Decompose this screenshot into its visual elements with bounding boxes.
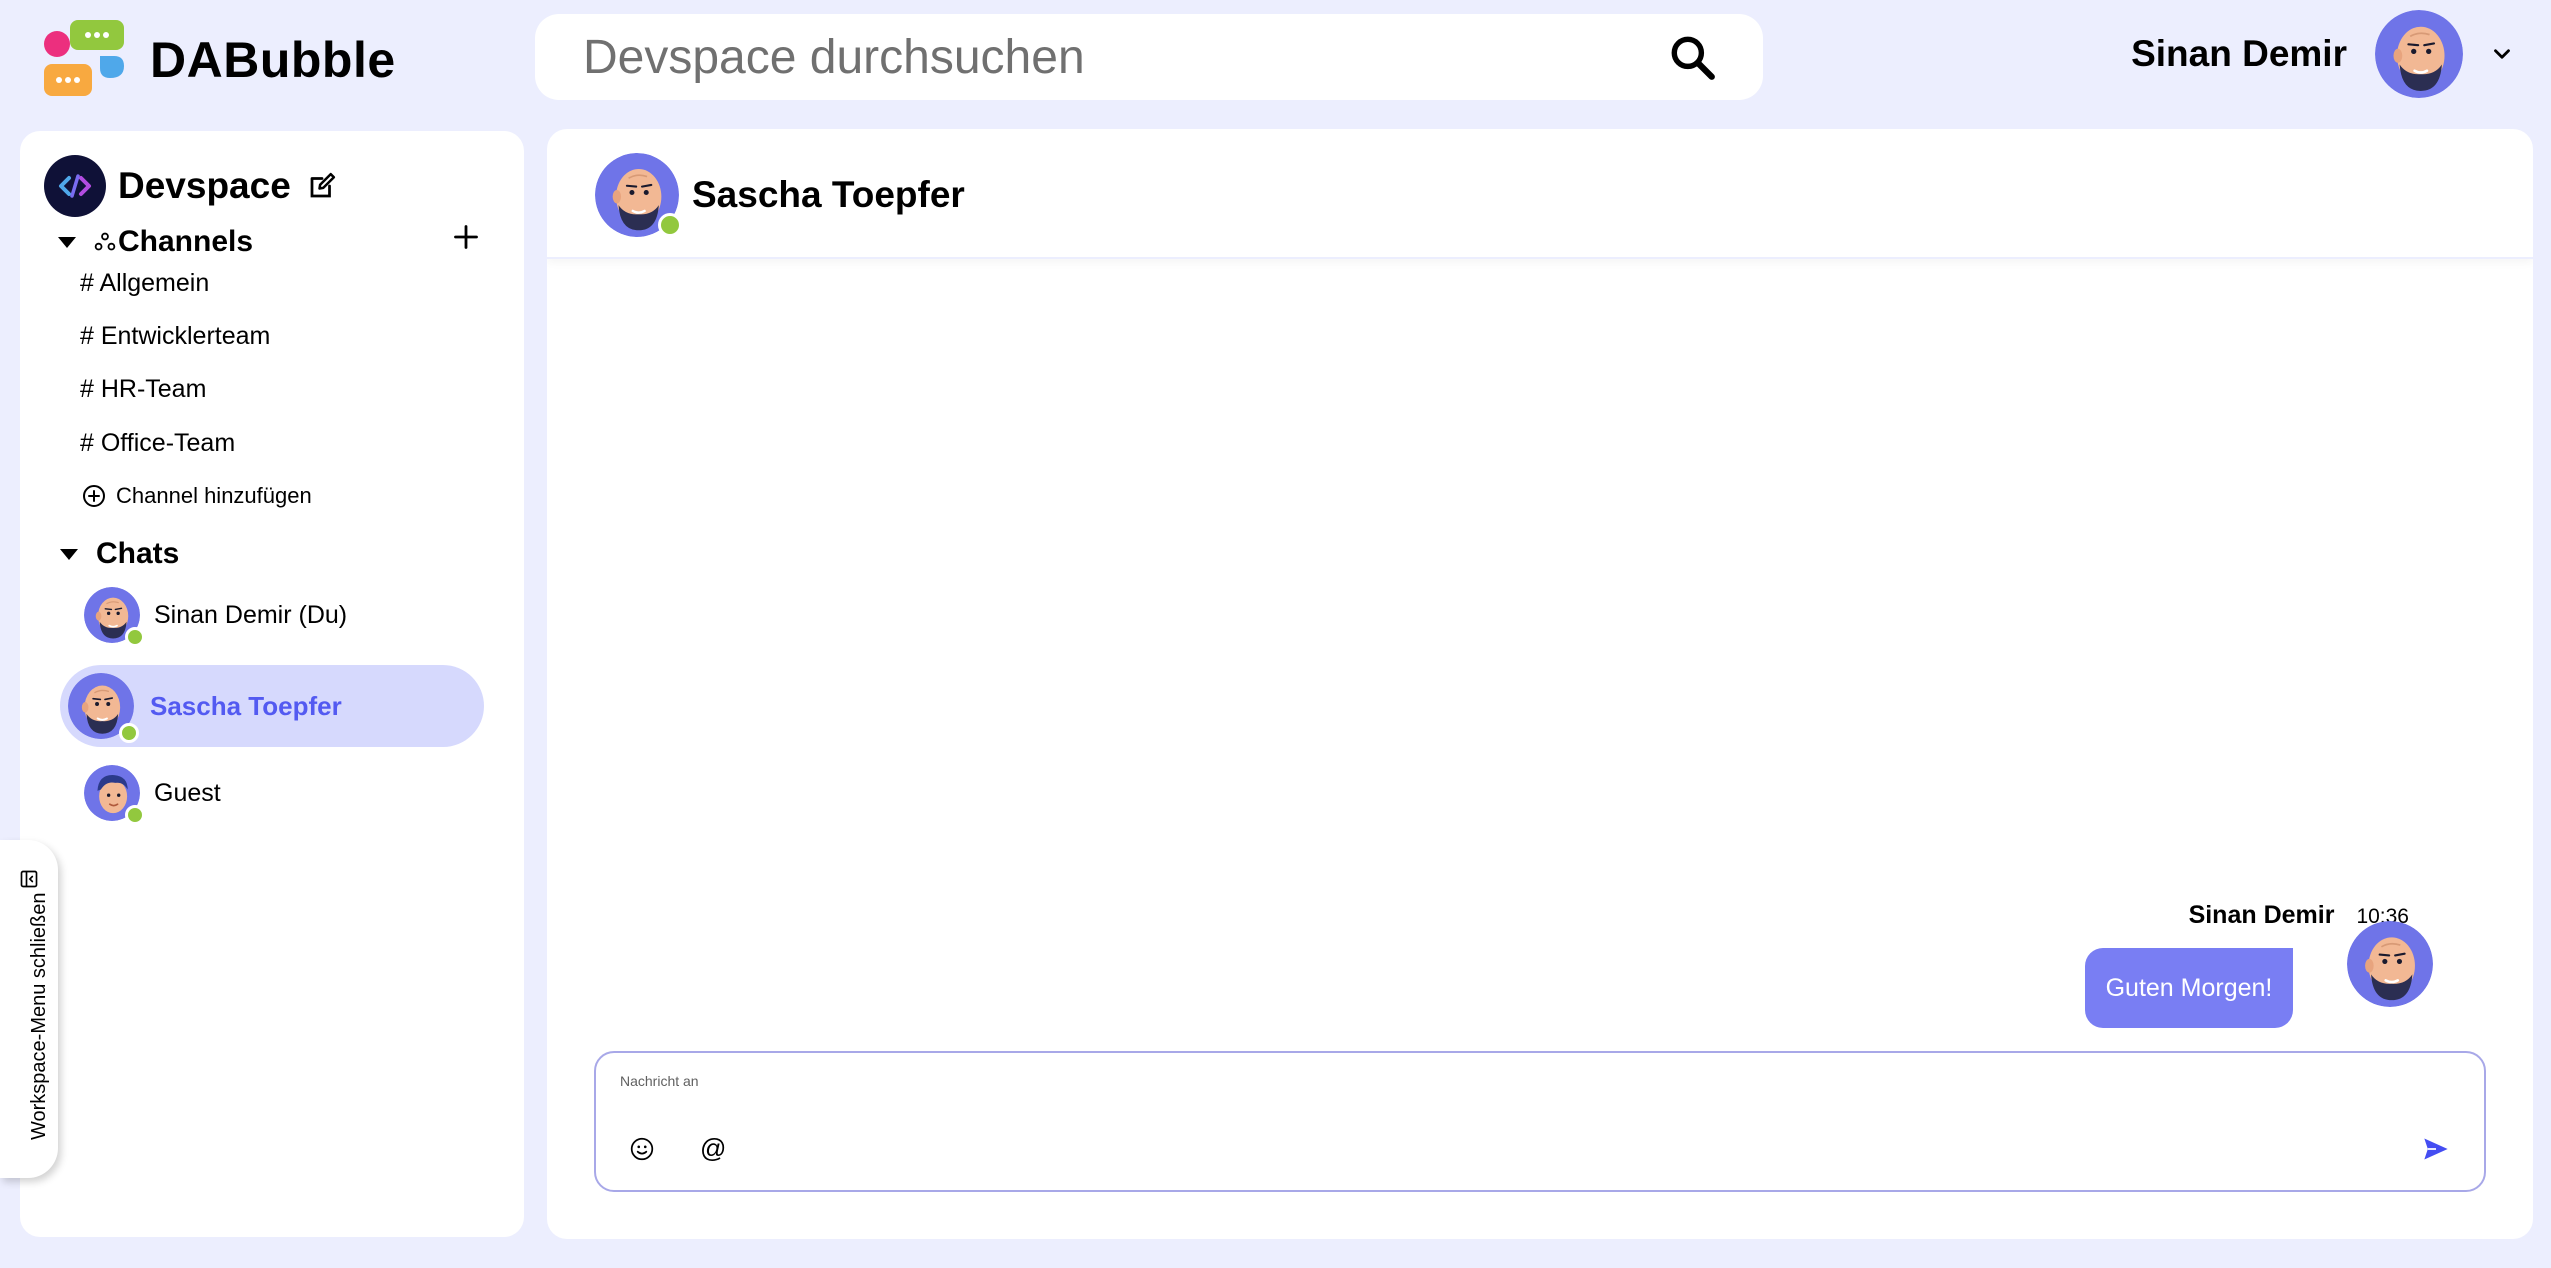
app-logo: DABubble (44, 20, 396, 100)
channel-item-hr-team[interactable]: # HR-Team (80, 375, 206, 404)
online-status-dot (125, 627, 145, 647)
add-circle-icon (83, 485, 105, 507)
online-status-dot (125, 805, 145, 825)
add-channel-label: Channel hinzufügen (116, 483, 312, 508)
plus-icon[interactable] (452, 223, 480, 251)
online-status-dot (658, 213, 682, 237)
avatar (68, 673, 139, 743)
edit-icon[interactable] (307, 171, 337, 201)
message-author: Sinan Demir (2188, 901, 2335, 929)
smiley-icon[interactable] (629, 1136, 655, 1162)
avatar (84, 587, 145, 647)
chats-section-toggle[interactable]: Chats (60, 537, 179, 571)
workspace-menu-toggle-label: Workspace-Menu schließen (28, 892, 50, 1140)
chat-item-sascha-toepfer[interactable]: Sascha Toepfer (60, 665, 484, 747)
code-icon (59, 174, 91, 198)
caret-down-icon[interactable] (60, 548, 78, 560)
channel-item-allgemein[interactable]: # Allgemein (80, 269, 209, 298)
chevron-down-icon[interactable] (2489, 41, 2515, 67)
chat-item-label: Sinan Demir (Du) (154, 600, 348, 629)
message-input[interactable] (620, 1073, 2320, 1089)
sidebar-collapse-icon (20, 870, 38, 888)
channels-icon (94, 232, 116, 251)
channel-item-office-team[interactable]: # Office-Team (80, 429, 235, 458)
chat-header: Sascha Toepfer (547, 129, 2533, 259)
message-bubble[interactable]: Guten Morgen! (2085, 948, 2293, 1028)
workspace-name: Devspace (118, 165, 291, 206)
workspace-menu-toggle[interactable]: Workspace-Menu schließen (0, 840, 58, 1178)
app-name: DABubble (150, 32, 396, 88)
search-input[interactable] (583, 29, 1667, 85)
chat-item-sinan-demir[interactable]: Sinan Demir (Du) (84, 587, 348, 647)
dabubble-logo-icon (44, 20, 124, 96)
chat-item-label: Guest (154, 778, 221, 807)
search-bar[interactable] (535, 14, 1763, 100)
chats-heading: Chats (96, 537, 180, 570)
chat-partner-name[interactable]: Sascha Toepfer (692, 174, 965, 216)
online-status-dot (119, 723, 139, 743)
workspace-header: Devspace (44, 155, 337, 217)
channels-heading: Channels (118, 225, 254, 258)
chat-item-label: Sascha Toepfer (150, 690, 342, 721)
mention-button[interactable]: @ (700, 1133, 726, 1164)
user-menu[interactable]: Sinan Demir (2131, 10, 2515, 98)
send-icon[interactable] (2422, 1135, 2450, 1163)
avatar[interactable] (595, 153, 682, 237)
avatar (84, 765, 145, 825)
message-composer: @ (594, 1051, 2486, 1192)
workspace-sidebar: Devspace Channels # Allgemein # Entwickl… (20, 131, 524, 1237)
search-icon[interactable] (1667, 32, 1717, 82)
channel-item-entwicklerteam[interactable]: # Entwicklerteam (80, 322, 270, 351)
chat-panel: Sascha Toepfer Sinan Demir 10:36 Guten M… (547, 129, 2533, 1239)
current-user-name: Sinan Demir (2131, 33, 2347, 74)
avatar (2347, 921, 2433, 1007)
add-channel-button[interactable]: Channel hinzufügen (82, 483, 312, 509)
chat-item-guest[interactable]: Guest (84, 765, 221, 825)
caret-down-icon[interactable] (58, 236, 76, 248)
avatar[interactable] (2375, 10, 2463, 98)
channels-section-toggle[interactable]: Channels (58, 225, 253, 259)
workspace-logo (44, 155, 106, 217)
